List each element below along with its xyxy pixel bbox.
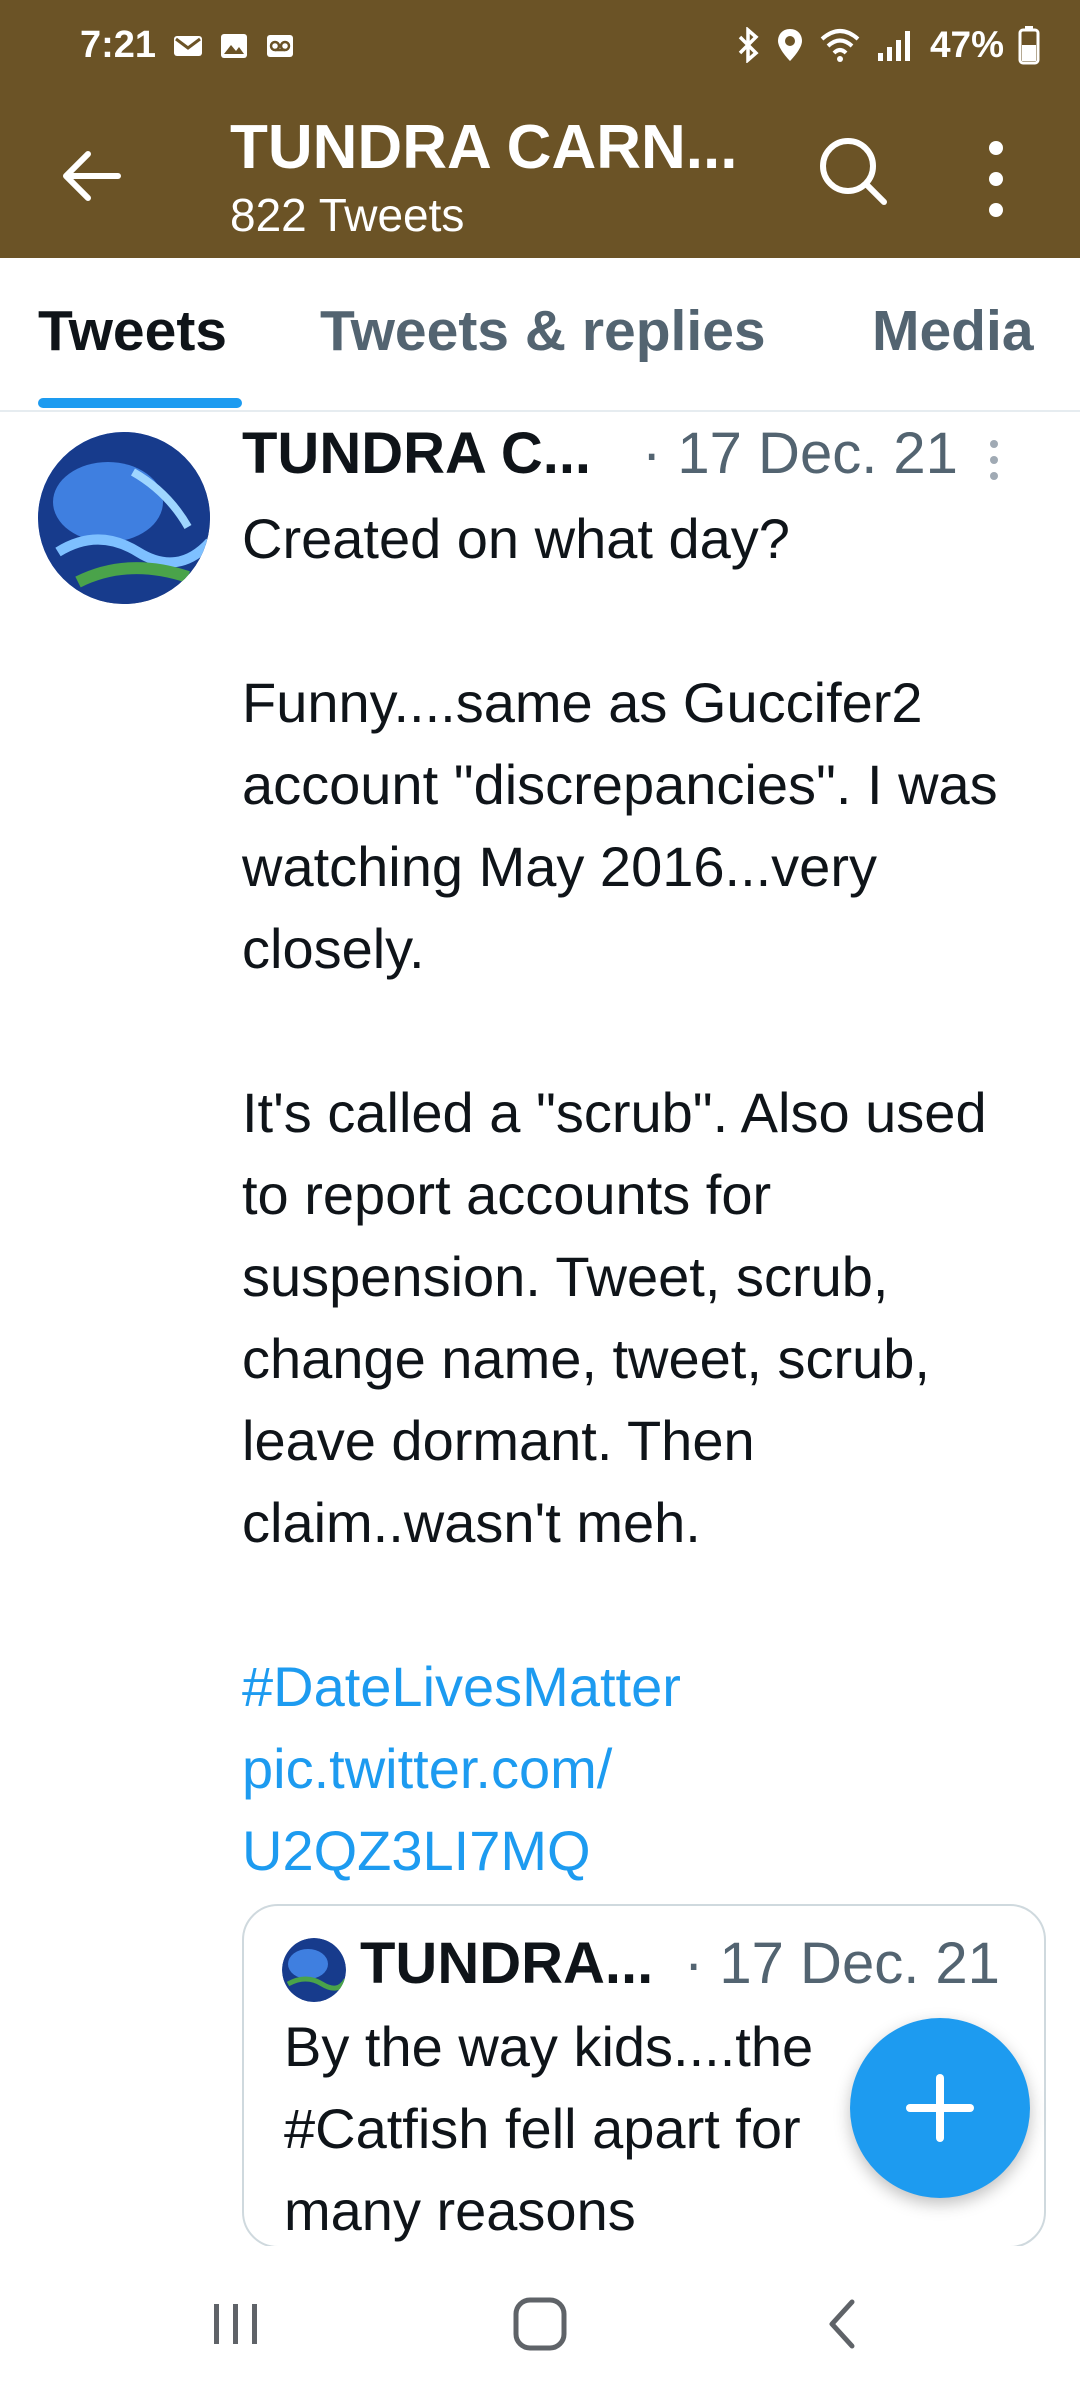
- more-options-icon[interactable]: [974, 134, 1018, 224]
- quoted-avatar: [282, 1938, 346, 2002]
- tweet-count: 822 Tweets: [230, 189, 465, 241]
- quoted-avatar-image: [282, 1938, 346, 2002]
- tab-tweets[interactable]: Tweets: [38, 298, 227, 364]
- hashtag-link[interactable]: #DateLivesMatter: [242, 1646, 1042, 1728]
- tweet-date[interactable]: · 17 Dec. 21: [642, 420, 958, 487]
- tweet-menu-icon[interactable]: [984, 438, 1004, 488]
- tweet-paragraph: Created on what day?: [242, 507, 790, 570]
- back-icon[interactable]: [802, 2296, 882, 2352]
- wifi-icon: [820, 29, 860, 62]
- profile-title-block: TUNDRA CARN... 822 Tweets: [230, 106, 770, 240]
- status-right: 47%: [736, 24, 1040, 66]
- status-bar: 7:21 47%: [0, 0, 1080, 96]
- tweet-header: TUNDRA C... · 17 Dec. 21: [242, 420, 1042, 494]
- tweet-links: #DateLivesMatter pic.twitter.com/ U2QZ3L…: [242, 1646, 1042, 1892]
- tab-media[interactable]: Media: [872, 298, 1034, 364]
- back-arrow-icon[interactable]: [56, 140, 128, 212]
- status-time: 7:21: [80, 24, 157, 66]
- search-icon[interactable]: [814, 132, 890, 208]
- profile-tabs: Tweets Tweets & replies Media: [0, 258, 1080, 412]
- battery-percent: 47%: [929, 24, 1004, 65]
- gmail-icon: [174, 36, 202, 56]
- pic-link-line2[interactable]: U2QZ3LI7MQ: [242, 1810, 1042, 1892]
- notification-icons: [172, 30, 296, 62]
- tweet-paragraph: It's called a "scrub". Also used to repo…: [242, 1081, 987, 1554]
- signal-icon: [877, 31, 910, 61]
- home-icon[interactable]: [500, 2296, 580, 2352]
- recents-icon[interactable]: [196, 2296, 276, 2352]
- plus-icon: [906, 2074, 974, 2142]
- avatar[interactable]: [38, 432, 210, 604]
- compose-tweet-button[interactable]: [850, 2018, 1030, 2198]
- profile-title: TUNDRA CARN...: [230, 113, 738, 182]
- active-tab-indicator: [38, 398, 242, 408]
- tab-tweets-and-replies[interactable]: Tweets & replies: [320, 298, 766, 364]
- app-bar: TUNDRA CARN... 822 Tweets: [0, 96, 1080, 258]
- quoted-date: · 17 Dec. 21: [684, 1931, 1000, 1996]
- system-nav-bar: [0, 2246, 1080, 2400]
- tweet-author[interactable]: TUNDRA C...: [242, 420, 591, 487]
- bluetooth-icon: [738, 27, 759, 63]
- voicemail-icon: [267, 35, 293, 57]
- pic-link-line1[interactable]: pic.twitter.com/: [242, 1728, 1042, 1810]
- gallery-icon: [221, 34, 247, 58]
- avatar-image: [38, 432, 210, 604]
- battery-icon: [1018, 26, 1040, 65]
- tweet-text: Created on what day? Funny....same as Gu…: [242, 498, 1042, 1892]
- tweet-paragraph: Funny....same as Guccifer2 account "disc…: [242, 671, 998, 980]
- quoted-author: TUNDRA...: [360, 1931, 654, 1996]
- location-icon: [777, 29, 802, 61]
